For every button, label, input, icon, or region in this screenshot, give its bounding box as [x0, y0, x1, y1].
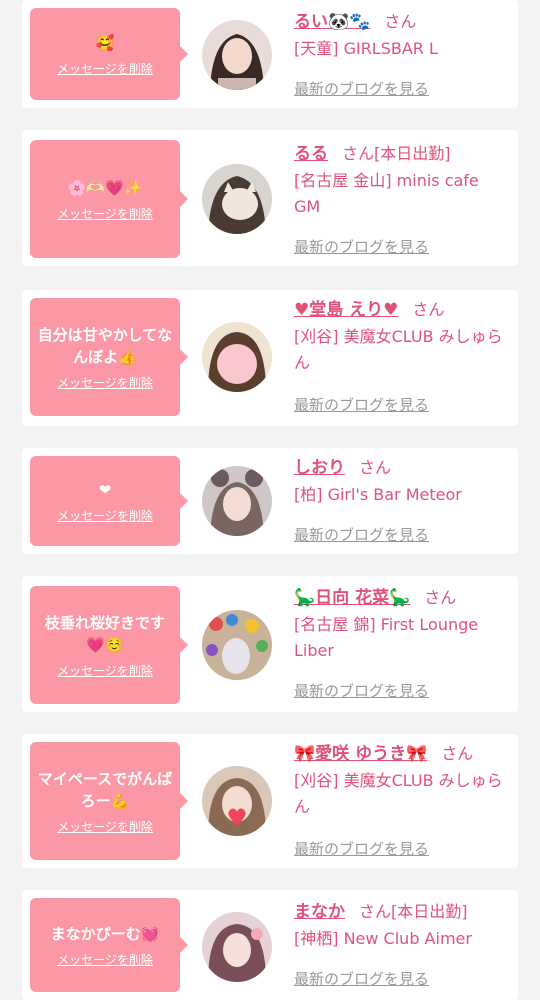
avatar[interactable] — [202, 20, 272, 90]
girl-card: マイペースでがんばろー💪 メッセージを削除 🎀愛咲 ゆうき🎀 さん [刈谷] 美魔… — [22, 734, 518, 868]
girl-name-link[interactable]: しおり — [294, 458, 345, 478]
avatar[interactable] — [202, 164, 272, 234]
girl-info: 🦕日向 花菜🦕 さん [名古屋 錦] First Lounge Liber — [294, 586, 510, 664]
delete-message-link[interactable]: メッセージを削除 — [57, 507, 153, 524]
shop-name: [刈谷] 美魔女CLUB みしゅらん — [294, 771, 503, 816]
message-bubble: 🥰 メッセージを削除 — [30, 8, 188, 100]
message-text: 自分は甘やかしてなんぼよ👍 — [37, 325, 173, 366]
message-bubble: ❤ メッセージを削除 — [30, 456, 188, 546]
latest-blog-link[interactable]: 最新のブログを見る — [294, 236, 429, 257]
latest-blog-link[interactable]: 最新のブログを見る — [294, 524, 429, 545]
message-bubble: まなかぴーむ💓 メッセージを削除 — [30, 898, 188, 992]
honorific: さん — [359, 902, 392, 921]
girl-card: 🌸🫶🏻💗✨ メッセージを削除 るる さん[本日出勤] [名古屋 金山] minis… — [22, 130, 518, 266]
message-bubble: 枝垂れ桜好きです💗☺️ メッセージを削除 — [30, 586, 188, 704]
latest-blog-link[interactable]: 最新のブログを見る — [294, 78, 429, 99]
message-text: 枝垂れ桜好きです💗☺️ — [44, 613, 165, 654]
girl-card: ❤ メッセージを削除 しおり さん [柏] Girl's Bar Meteor 最… — [22, 448, 518, 554]
girl-name-link[interactable]: 🎀愛咲 ゆうき🎀 — [294, 744, 427, 764]
girl-info: るい🐼🐾 さん [天童] GIRLSBAR L — [294, 10, 510, 62]
work-status: [本日出勤] — [391, 902, 468, 921]
work-status: [本日出勤] — [374, 144, 451, 163]
delete-message-link[interactable]: メッセージを削除 — [57, 205, 153, 222]
delete-message-link[interactable]: メッセージを削除 — [57, 374, 153, 391]
girl-name-link[interactable]: まなか — [294, 902, 345, 922]
girl-name-link[interactable]: るい🐼🐾 — [294, 12, 370, 32]
avatar[interactable] — [202, 610, 272, 680]
message-bubble: 自分は甘やかしてなんぼよ👍 メッセージを削除 — [30, 298, 188, 416]
honorific: さん — [412, 300, 445, 319]
latest-blog-link[interactable]: 最新のブログを見る — [294, 680, 429, 701]
avatar[interactable] — [202, 466, 272, 536]
shop-name: [名古屋 金山] minis cafe GM — [294, 171, 479, 216]
message-text: まなかぴーむ💓 — [50, 924, 160, 943]
avatar[interactable] — [202, 912, 272, 982]
honorific: さん — [441, 744, 474, 763]
shop-name: [刈谷] 美魔女CLUB みしゅらん — [294, 327, 503, 372]
delete-message-link[interactable]: メッセージを削除 — [57, 818, 153, 835]
message-text: 🌸🫶🏻💗✨ — [67, 178, 143, 197]
girl-info: ♥堂島 えり♥ さん [刈谷] 美魔女CLUB みしゅらん — [294, 298, 510, 376]
shop-name: [柏] Girl's Bar Meteor — [294, 485, 462, 504]
honorific: さん — [384, 12, 417, 31]
avatar[interactable] — [202, 322, 272, 392]
latest-blog-link[interactable]: 最新のブログを見る — [294, 838, 429, 859]
girl-name-link[interactable]: ♥堂島 えり♥ — [294, 300, 398, 320]
message-bubble: マイペースでがんばろー💪 メッセージを削除 — [30, 742, 188, 860]
avatar[interactable] — [202, 766, 272, 836]
delete-message-link[interactable]: メッセージを削除 — [57, 662, 153, 679]
girl-card: 🥰 メッセージを削除 るい🐼🐾 さん [天童] GIRLSBAR L 最新のブログ… — [22, 0, 518, 108]
honorific: さん — [424, 588, 457, 607]
message-text: 🥰 — [95, 33, 115, 52]
shop-name: [神栖] New Club Aimer — [294, 929, 472, 948]
girl-card: 自分は甘やかしてなんぼよ👍 メッセージを削除 ♥堂島 えり♥ さん [刈谷] 美魔… — [22, 290, 518, 426]
girl-card: 枝垂れ桜好きです💗☺️ メッセージを削除 🦕日向 花菜🦕 さん [名古屋 錦] F… — [22, 576, 518, 712]
girl-name-link[interactable]: るる — [294, 144, 328, 164]
honorific: さん — [342, 144, 375, 163]
girl-info: 🎀愛咲 ゆうき🎀 さん [刈谷] 美魔女CLUB みしゅらん — [294, 742, 510, 820]
girl-info: るる さん[本日出勤] [名古屋 金山] minis cafe GM — [294, 142, 510, 220]
message-text: マイペースでがんばろー💪 — [37, 769, 173, 810]
latest-blog-link[interactable]: 最新のブログを見る — [294, 394, 429, 415]
message-text: ❤ — [98, 480, 112, 499]
delete-message-link[interactable]: メッセージを削除 — [57, 60, 153, 77]
girl-card: まなかぴーむ💓 メッセージを削除 まなか さん[本日出勤] [神栖] New Cl… — [22, 890, 518, 1000]
shop-name: [名古屋 錦] First Lounge Liber — [294, 615, 479, 660]
girl-info: しおり さん [柏] Girl's Bar Meteor — [294, 456, 510, 508]
delete-message-link[interactable]: メッセージを削除 — [57, 951, 153, 968]
girl-info: まなか さん[本日出勤] [神栖] New Club Aimer — [294, 900, 510, 952]
latest-blog-link[interactable]: 最新のブログを見る — [294, 968, 429, 989]
honorific: さん — [359, 458, 392, 477]
message-bubble: 🌸🫶🏻💗✨ メッセージを削除 — [30, 140, 188, 258]
girl-name-link[interactable]: 🦕日向 花菜🦕 — [294, 588, 410, 608]
shop-name: [天童] GIRLSBAR L — [294, 39, 438, 58]
